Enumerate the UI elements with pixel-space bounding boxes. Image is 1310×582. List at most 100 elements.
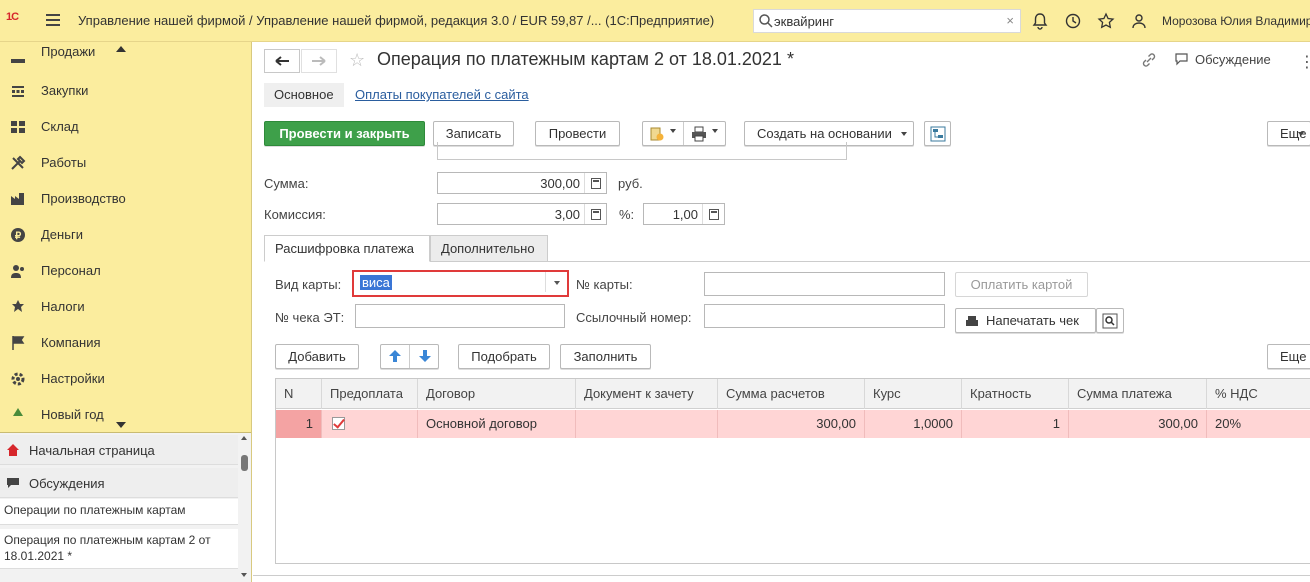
move-down-button[interactable] [411,345,439,368]
structure-button[interactable] [924,121,951,146]
sidebar-item-new-year[interactable]: Новый год [0,397,250,423]
sidebar-item-warehouse[interactable]: Склад [0,109,250,145]
nav-home[interactable]: Начальная страница [0,435,238,465]
printer-icon [692,126,706,142]
column-header[interactable]: Сумма платежа [1069,379,1207,409]
table-more-button[interactable]: Еще [1267,344,1310,369]
tab-divider [548,261,1310,262]
percent-field[interactable]: 1,00 [643,203,725,225]
document-attach-icon [650,127,664,141]
print-receipt-button[interactable]: Напечатать чек [955,308,1096,333]
column-header[interactable]: Предоплата [322,379,418,409]
tab-payment-decoding[interactable]: Расшифровка платежа [264,235,430,262]
column-header[interactable]: Договор [418,379,576,409]
sidebar-item-sales[interactable]: Продажи [0,39,250,75]
arrow-right-icon [312,56,326,66]
percent-label: %: [619,207,635,222]
sidebar-item-label: Склад [41,119,79,134]
open-windows-scrollbar[interactable] [238,433,251,582]
more-actions-icon[interactable]: ⋮ [1299,52,1310,72]
sidebar-item-label: Закупки [41,83,89,98]
cell-vat[interactable]: 20% [1207,410,1310,438]
receipt-preview-button[interactable] [1096,308,1124,333]
column-header[interactable]: Сумма расчетов [718,379,865,409]
column-header[interactable]: Курс [865,379,962,409]
open-window-list[interactable]: Операции по платежным картам [0,499,238,525]
column-header[interactable]: Документ к зачету [576,379,718,409]
open-window-document[interactable]: Операция по платежным картам 2 от 18.01.… [0,529,238,569]
cell-payment-sum[interactable]: 300,00 [1069,410,1207,438]
sidebar-item-taxes[interactable]: Налоги [0,289,250,325]
cell-rate[interactable]: 1,0000 [865,410,962,438]
tab-additional[interactable]: Дополнительно [430,235,548,262]
fill-button[interactable]: Заполнить [560,344,651,369]
table-header: N Предоплата Договор Документ к зачету С… [276,379,1310,409]
user-name[interactable]: Морозова Юлия Владимиров... [1162,14,1310,28]
sum-field[interactable]: 300,00 [437,172,607,194]
sidebar-item-production[interactable]: Производство [0,181,250,217]
bell-icon[interactable] [1031,12,1049,30]
commission-field[interactable]: 3,00 [437,203,607,225]
link-icon[interactable] [1141,52,1157,68]
menu-icon[interactable] [46,14,60,26]
nav-discussions[interactable]: Обсуждения [0,468,238,498]
post-and-close-button[interactable]: Провести и закрыть [264,121,425,146]
form-bottom-border [253,575,1310,576]
document-form: ☆ Операция по платежным картам 2 от 18.0… [253,42,1310,582]
clear-search-icon[interactable]: × [1006,13,1014,28]
sidebar-item-purchases[interactable]: Закупки [0,73,250,109]
card-number-field[interactable] [704,272,945,296]
cell-multiplicity[interactable]: 1 [962,410,1069,438]
sidebar-item-staff[interactable]: Персонал [0,253,250,289]
column-header[interactable]: N [276,379,322,409]
cell-settlement-sum[interactable]: 300,00 [718,410,865,438]
sidebar-item-label: Деньги [41,227,83,242]
sum-value: 300,00 [540,176,580,191]
card-type-select[interactable]: виса [352,270,569,297]
tab-main[interactable]: Основное [264,83,344,107]
scroll-thumb[interactable] [241,455,248,471]
payment-decoding-table[interactable]: N Предоплата Договор Документ к зачету С… [275,378,1310,564]
user-icon[interactable] [1131,12,1149,30]
cell-n[interactable]: 1 [276,410,322,438]
sidebar-item-money[interactable]: ₽ Деньги [0,217,250,253]
discuss-button[interactable]: Обсуждение [1173,52,1283,70]
forward-button[interactable] [301,49,337,73]
sidebar-item-settings[interactable]: Настройки [0,361,250,397]
reference-number-field[interactable] [704,304,945,328]
move-up-button[interactable] [381,345,410,368]
table-row[interactable]: 1 Основной договор 300,00 1,0000 1 300,0… [276,410,1310,438]
calculator-icon[interactable] [702,204,724,224]
search-box[interactable]: × [753,9,1021,33]
prepayment-checkbox[interactable] [332,417,345,430]
cell-prepayment[interactable] [322,410,418,438]
sidebar-item-works[interactable]: Работы [0,145,250,181]
favorites-icon[interactable] [1097,12,1115,30]
add-row-button[interactable]: Добавить [275,344,359,369]
back-button[interactable] [264,49,300,73]
app-logo: 1С [6,11,19,23]
dropdown-arrow-icon[interactable] [545,272,567,292]
calculator-icon[interactable] [584,204,606,224]
cell-offset-document[interactable] [576,410,718,438]
more-button[interactable]: Еще [1267,121,1310,146]
column-header[interactable]: Кратность [962,379,1069,409]
scroll-down-icon[interactable] [116,422,126,428]
calculator-icon[interactable] [584,173,606,193]
search-input[interactable] [774,12,994,30]
magnifier-icon [1102,313,1118,329]
cell-contract[interactable]: Основной договор [418,410,576,438]
works-icon [11,155,26,170]
commission-value: 3,00 [554,207,580,222]
history-icon[interactable] [1064,12,1082,30]
et-check-field[interactable] [355,304,565,328]
column-header[interactable]: % НДС [1207,379,1310,409]
sidebar-item-company[interactable]: Компания [0,325,250,361]
reference-number-label: Ссылочный номер: [576,310,692,325]
favorite-star-icon[interactable]: ☆ [349,50,365,71]
document-title: Операция по платежным картам 2 от 18.01.… [377,49,794,69]
tab-site-payments[interactable]: Оплаты покупателей с сайта [347,83,537,107]
pay-by-card-button[interactable]: Оплатить картой [955,272,1088,297]
pick-button[interactable]: Подобрать [458,344,550,369]
chat-icon [1175,53,1188,66]
